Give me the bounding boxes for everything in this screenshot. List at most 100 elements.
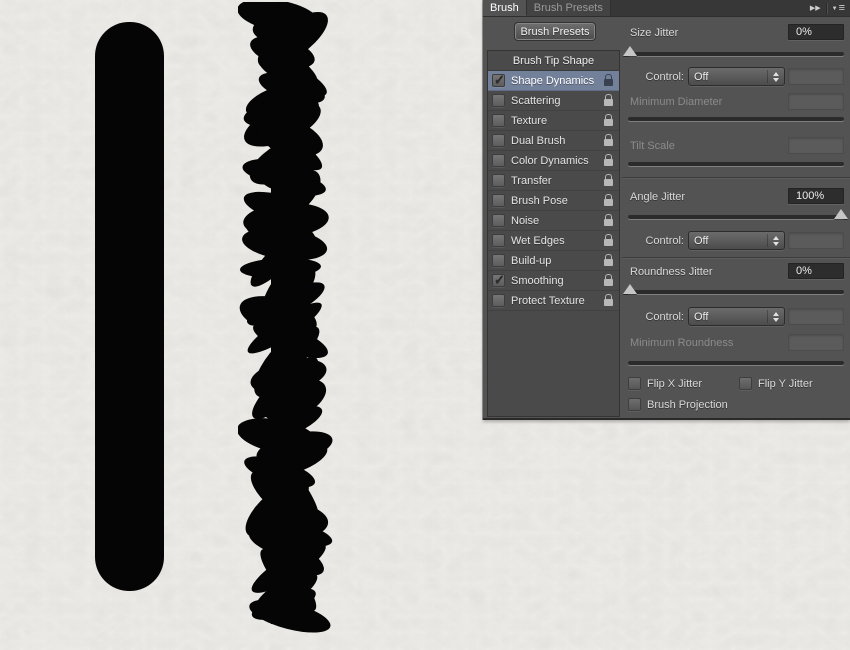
list-item-brush-pose[interactable]: Brush Pose: [488, 191, 619, 211]
item-checkbox[interactable]: [492, 214, 505, 227]
size-jitter-value[interactable]: 0%: [788, 24, 844, 40]
lock-icon[interactable]: [604, 213, 613, 226]
stepper-arrows-icon: [767, 234, 779, 247]
flip-y-jitter-checkbox[interactable]: [739, 377, 752, 390]
minimum-roundness-slider: [628, 361, 844, 365]
lock-icon[interactable]: [604, 273, 613, 286]
brush-options-list: Brush Tip Shape Shape Dynamics Scatterin…: [487, 50, 620, 417]
flip-x-jitter-label: Flip X Jitter: [647, 378, 703, 390]
lock-icon[interactable]: [604, 193, 613, 206]
size-control-dropdown[interactable]: Off: [688, 67, 785, 86]
item-checkbox[interactable]: [492, 114, 505, 127]
smooth-brush-stroke: [95, 22, 164, 591]
item-label: Noise: [511, 214, 540, 227]
tilt-scale-label: Tilt Scale: [630, 140, 675, 152]
roundness-control-label: Control:: [645, 311, 684, 323]
item-checkbox[interactable]: [492, 72, 505, 88]
size-control-disabled-field: [788, 68, 844, 85]
tabbar-divider: [825, 3, 827, 14]
list-item-smoothing[interactable]: Smoothing: [488, 271, 619, 291]
angle-jitter-slider-thumb[interactable]: [834, 209, 848, 219]
roundness-jitter-slider[interactable]: [628, 290, 844, 294]
item-checkbox[interactable]: [492, 94, 505, 107]
panel-menu-icon[interactable]: ▼ ≡: [832, 3, 845, 14]
item-checkbox[interactable]: [492, 272, 505, 288]
lock-icon[interactable]: [604, 293, 613, 306]
list-item-texture[interactable]: Texture: [488, 111, 619, 131]
size-jitter-slider-thumb[interactable]: [623, 46, 637, 56]
angle-control-label: Control:: [645, 235, 684, 247]
list-item-dual-brush[interactable]: Dual Brush: [488, 131, 619, 151]
item-checkbox[interactable]: [492, 234, 505, 247]
section-divider: [622, 177, 850, 178]
stepper-arrows-icon: [767, 310, 779, 323]
angle-control-dropdown[interactable]: Off: [688, 231, 785, 250]
item-checkbox[interactable]: [492, 294, 505, 307]
brush-options-list-rows: Shape Dynamics Scattering Texture Dual B…: [488, 71, 619, 311]
roundness-control-dropdown[interactable]: Off: [688, 307, 785, 326]
item-label: Dual Brush: [511, 134, 566, 147]
roundness-control-value: Off: [694, 310, 709, 323]
brush-projection-label: Brush Projection: [647, 399, 728, 411]
lock-icon[interactable]: [604, 173, 613, 186]
item-label: Transfer: [511, 174, 552, 187]
lock-icon[interactable]: [604, 73, 613, 86]
flip-y-jitter-label: Flip Y Jitter: [758, 378, 813, 390]
angle-control-disabled-field: [788, 232, 844, 249]
panel-menu-arrow: ▼: [831, 5, 838, 12]
list-header-brush-tip-shape[interactable]: Brush Tip Shape: [488, 51, 619, 71]
lock-icon[interactable]: [604, 113, 613, 126]
list-item-color-dynamics[interactable]: Color Dynamics: [488, 151, 619, 171]
item-label: Scattering: [511, 94, 561, 107]
item-checkbox[interactable]: [492, 134, 505, 147]
minimum-diameter-disabled-field: [788, 93, 844, 110]
list-item-transfer[interactable]: Transfer: [488, 171, 619, 191]
angle-jitter-value[interactable]: 100%: [788, 188, 844, 204]
tab-brush[interactable]: Brush: [483, 0, 527, 16]
size-control-label: Control:: [645, 71, 684, 83]
tilt-scale-slider: [628, 162, 844, 166]
angle-jitter-label: Angle Jitter: [630, 191, 686, 203]
lock-icon[interactable]: [604, 253, 613, 266]
item-label: Wet Edges: [511, 234, 565, 247]
size-jitter-label: Size Jitter: [630, 27, 679, 39]
item-label: Smoothing: [511, 274, 564, 287]
collapse-panel-icon[interactable]: ▶▶: [810, 5, 821, 12]
minimum-diameter-label: Minimum Diameter: [630, 96, 723, 108]
list-item-build-up[interactable]: Build-up: [488, 251, 619, 271]
lock-icon[interactable]: [604, 153, 613, 166]
section-divider: [622, 257, 850, 258]
roundness-control-disabled-field: [788, 308, 844, 325]
roundness-jitter-label: Roundness Jitter: [630, 266, 713, 278]
item-checkbox[interactable]: [492, 174, 505, 187]
lock-icon[interactable]: [604, 233, 613, 246]
size-control-value: Off: [694, 70, 709, 83]
brush-panel: Brush Brush Presets ▶▶ ▼ ≡ Brush Presets…: [483, 0, 850, 420]
angle-control-value: Off: [694, 234, 709, 247]
roundness-jitter-value[interactable]: 0%: [788, 263, 844, 279]
list-item-scattering[interactable]: Scattering: [488, 91, 619, 111]
item-label: Shape Dynamics: [511, 74, 595, 87]
list-item-noise[interactable]: Noise: [488, 211, 619, 231]
panel-tab-bar: Brush Brush Presets ▶▶ ▼ ≡: [483, 0, 850, 17]
list-item-wet-edges[interactable]: Wet Edges: [488, 231, 619, 251]
jitter-brush-stroke: [238, 2, 333, 633]
tab-brush-presets[interactable]: Brush Presets: [526, 0, 611, 16]
brush-projection-checkbox[interactable]: [628, 398, 641, 411]
item-checkbox[interactable]: [492, 254, 505, 267]
minimum-diameter-slider: [628, 117, 844, 121]
item-label: Protect Texture: [511, 294, 585, 307]
size-jitter-slider[interactable]: [628, 52, 844, 56]
flip-x-jitter-checkbox[interactable]: [628, 377, 641, 390]
lock-icon[interactable]: [604, 93, 613, 106]
minimum-roundness-disabled-field: [788, 334, 844, 351]
lock-icon[interactable]: [604, 133, 613, 146]
roundness-jitter-slider-thumb[interactable]: [623, 284, 637, 294]
list-item-protect-texture[interactable]: Protect Texture: [488, 291, 619, 311]
angle-jitter-slider[interactable]: [628, 215, 844, 219]
brush-presets-button[interactable]: Brush Presets: [514, 22, 596, 41]
list-item-shape-dynamics[interactable]: Shape Dynamics: [488, 71, 619, 91]
item-checkbox[interactable]: [492, 194, 505, 207]
item-label: Color Dynamics: [511, 154, 589, 167]
item-checkbox[interactable]: [492, 154, 505, 167]
